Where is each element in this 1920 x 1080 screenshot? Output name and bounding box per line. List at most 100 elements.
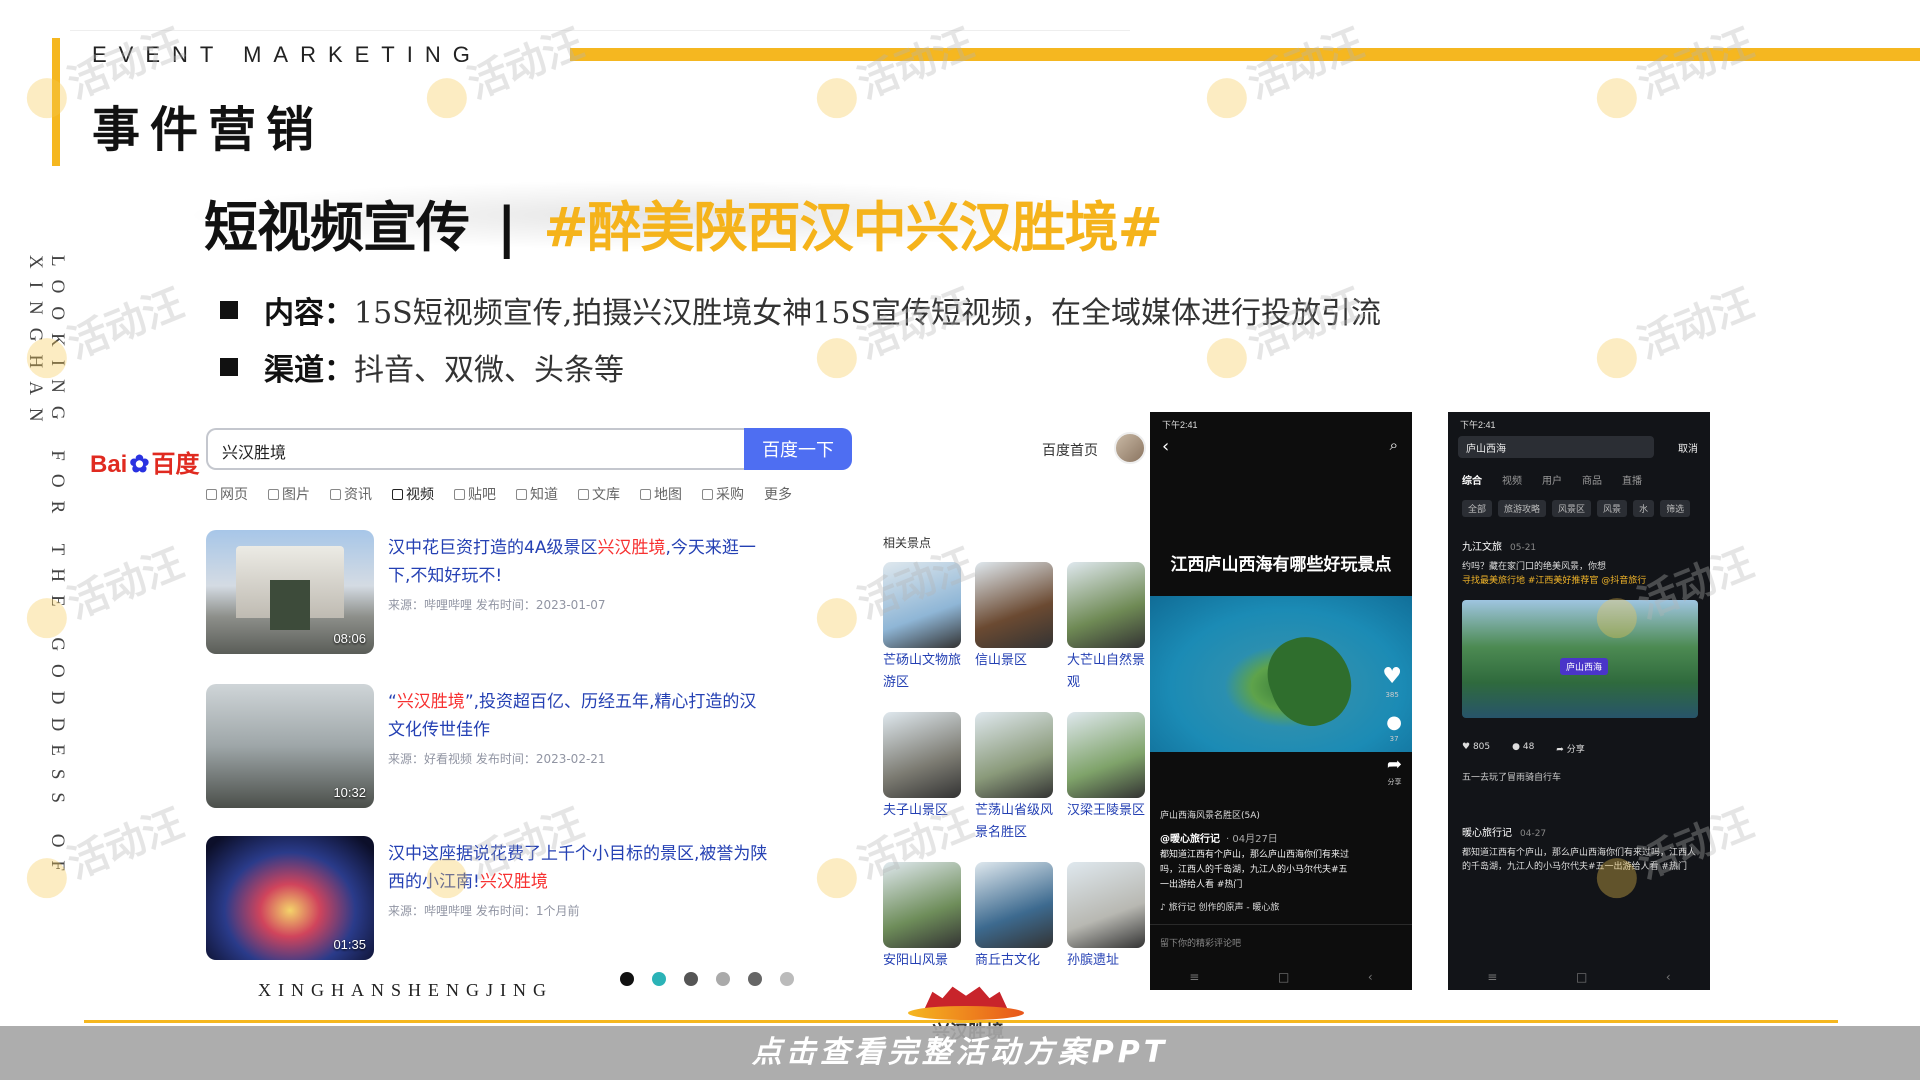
like-button[interactable]: ♥ 805 xyxy=(1462,742,1490,755)
tab-more[interactable]: 更多 xyxy=(764,484,792,504)
share-icon: ➦ xyxy=(1386,754,1402,775)
video-thumbnail[interactable]: 01:35 xyxy=(206,836,374,960)
image-icon xyxy=(268,488,279,500)
result-title[interactable]: 汉中花巨资打造的4A级景区兴汉胜境,今天来逛一下,不知好玩不! xyxy=(388,534,768,590)
related-spot-card[interactable]: 汉梁王陵景区 xyxy=(1067,712,1147,822)
comment-input[interactable]: 留下你的精彩评论吧 xyxy=(1150,924,1412,958)
result-title[interactable]: 汉中这座据说花费了上千个小目标的景区,被誉为陕西的小江南!兴汉胜境 xyxy=(388,840,768,896)
tab-zhidao[interactable]: 知道 xyxy=(516,484,558,504)
question-icon xyxy=(516,488,527,500)
filter-chip[interactable]: 风景 xyxy=(1597,500,1628,517)
carousel-dots xyxy=(620,972,794,986)
related-spots-title: 相关景点 xyxy=(883,536,932,550)
related-spot-card[interactable]: 信山景区 xyxy=(975,562,1055,672)
back-icon[interactable]: ‹ xyxy=(1162,436,1169,457)
comment-button[interactable]: ● 37 xyxy=(1386,712,1402,743)
paw-icon: ✿ xyxy=(129,451,150,478)
account-name[interactable]: 暖心旅行记 04-27 xyxy=(1462,824,1546,839)
related-spot-card[interactable]: 芒砀山文物旅游区 xyxy=(883,562,963,694)
video-frame[interactable] xyxy=(1150,596,1412,752)
search-icon xyxy=(206,488,217,500)
home-icon[interactable]: □ xyxy=(1576,970,1587,984)
video-duration: 08:06 xyxy=(333,631,366,646)
tab-tieba[interactable]: 贴吧 xyxy=(454,484,496,504)
tab-purchase[interactable]: 采购 xyxy=(702,484,744,504)
poi-tag[interactable]: 庐山西海风景名胜区(5A) xyxy=(1160,808,1260,821)
carousel-dot[interactable] xyxy=(620,972,634,986)
bullet-content: 内容：15S短视频宣传,拍摄兴汉胜境女神15S宣传短视频，在全域媒体进行投放引流 xyxy=(220,288,1381,332)
video-result[interactable]: 01:35 汉中这座据说花费了上千个小目标的景区,被誉为陕西的小江南!兴汉胜境 … xyxy=(206,836,768,960)
related-spot-card[interactable]: 大芒山自然景观 xyxy=(1067,562,1147,694)
search-tabs: 综合 视频 用户 商品 直播 xyxy=(1462,472,1642,487)
search-nav-tabs: 网页 图片 资讯 视频 贴吧 知道 文库 地图 采购 更多 xyxy=(206,484,792,504)
baidu-logo[interactable]: Bai✿百度 xyxy=(90,444,199,479)
music-info[interactable]: ♪ 旅行记 创作的原声 - 暖心旅 xyxy=(1160,900,1279,913)
carousel-dot[interactable] xyxy=(652,972,666,986)
video-thumbnail[interactable]: 08:06 xyxy=(206,530,374,654)
tab-video[interactable]: 视频 xyxy=(392,484,434,504)
carousel-dot[interactable] xyxy=(684,972,698,986)
carousel-dot[interactable] xyxy=(780,972,794,986)
back-nav-icon[interactable]: ‹ xyxy=(1666,970,1671,984)
related-spot-card[interactable]: 孙膑遗址 xyxy=(1067,862,1147,972)
author-name[interactable]: @暖心旅行记 · 04月27日 xyxy=(1160,830,1278,845)
mascot-icon xyxy=(810,72,863,125)
tab-images[interactable]: 图片 xyxy=(268,484,310,504)
mascot-icon xyxy=(1200,72,1253,125)
tab-users[interactable]: 用户 xyxy=(1542,472,1562,487)
tab-wenku[interactable]: 文库 xyxy=(578,484,620,504)
filter-chip[interactable]: 旅游攻略 xyxy=(1498,500,1547,517)
tab-map[interactable]: 地图 xyxy=(640,484,682,504)
carousel-dot[interactable] xyxy=(716,972,730,986)
tab-news[interactable]: 资讯 xyxy=(330,484,372,504)
share-button[interactable]: ➦ 分享 xyxy=(1556,742,1584,755)
back-nav-icon[interactable]: ‹ xyxy=(1368,970,1373,984)
cancel-button[interactable]: 取消 xyxy=(1678,440,1698,455)
video-thumbnail[interactable]: 10:32 xyxy=(206,684,374,808)
home-icon[interactable]: □ xyxy=(1278,970,1289,984)
video-thumbnail[interactable]: 庐山西海 xyxy=(1462,600,1698,718)
filter-chip[interactable]: 全部 xyxy=(1462,500,1493,517)
bullet-label: 内容： xyxy=(264,296,354,331)
share-icon: ➦ xyxy=(1556,745,1567,755)
menu-icon[interactable]: ≡ xyxy=(1189,970,1199,984)
like-button[interactable]: ♥ 385 xyxy=(1382,664,1402,699)
slide-title: 短视频宣传 | #醉美陕西汉中兴汉胜境# xyxy=(204,183,1163,262)
island-illustration xyxy=(1257,625,1363,737)
tab-video[interactable]: 视频 xyxy=(1502,472,1522,487)
related-spot-card[interactable]: 夫子山景区 xyxy=(883,712,963,822)
result-title[interactable]: “兴汉胜境”,投资超百亿、历经五年,精心打造的汉文化传世佳作 xyxy=(388,688,768,744)
related-spot-image xyxy=(1067,562,1145,648)
tab-web[interactable]: 网页 xyxy=(206,484,248,504)
account-name[interactable]: 九江文旅 05-21 xyxy=(1462,538,1536,553)
tieba-icon xyxy=(454,488,465,500)
tab-all[interactable]: 综合 xyxy=(1462,472,1482,487)
filter-chip[interactable]: 风景区 xyxy=(1552,500,1592,517)
search-input[interactable]: 庐山西海 xyxy=(1458,436,1654,458)
filter-chip[interactable]: 水 xyxy=(1633,500,1655,517)
search-icon[interactable]: ⌕ xyxy=(1390,436,1398,454)
related-spot-card[interactable]: 芒荡山省级风景名胜区 xyxy=(975,712,1055,844)
video-result[interactable]: 10:32 “兴汉胜境”,投资超百亿、历经五年,精心打造的汉文化传世佳作 来源：… xyxy=(206,684,766,808)
map-icon xyxy=(640,488,651,500)
search-button[interactable]: 百度一下 xyxy=(744,428,852,470)
carousel-dot[interactable] xyxy=(748,972,762,986)
filter-button[interactable]: 筛选 xyxy=(1660,500,1691,517)
avatar[interactable] xyxy=(1114,432,1146,464)
tab-goods[interactable]: 商品 xyxy=(1582,472,1602,487)
share-button[interactable]: ➦ 分享 xyxy=(1387,754,1402,787)
menu-icon[interactable]: ≡ xyxy=(1487,970,1497,984)
bullet-text: 抖音、双微、头条等 xyxy=(354,353,624,388)
related-spot-card[interactable]: 商丘古文化 xyxy=(975,862,1055,972)
tab-live[interactable]: 直播 xyxy=(1622,472,1642,487)
related-spot-card[interactable]: 安阳山风景 xyxy=(883,862,963,972)
search-input[interactable]: 兴汉胜境 xyxy=(206,428,744,470)
cta-text[interactable]: 点击查看完整活动方案PPT xyxy=(0,1026,1920,1080)
baidu-home-link[interactable]: 百度首页 xyxy=(1042,440,1098,460)
result-meta: 来源：哔哩哔哩 发布时间：2023-01-07 xyxy=(388,598,606,612)
vertical-slogan: LOOKING FOR THE GODDESS OF XINGHAN xyxy=(25,255,68,885)
comment-button[interactable]: ● 48 xyxy=(1512,742,1534,755)
video-duration: 10:32 xyxy=(333,785,366,800)
video-result[interactable]: 08:06 汉中花巨资打造的4A级景区兴汉胜境,今天来逛一下,不知好玩不! 来源… xyxy=(206,530,766,654)
related-spot-image xyxy=(975,862,1053,948)
